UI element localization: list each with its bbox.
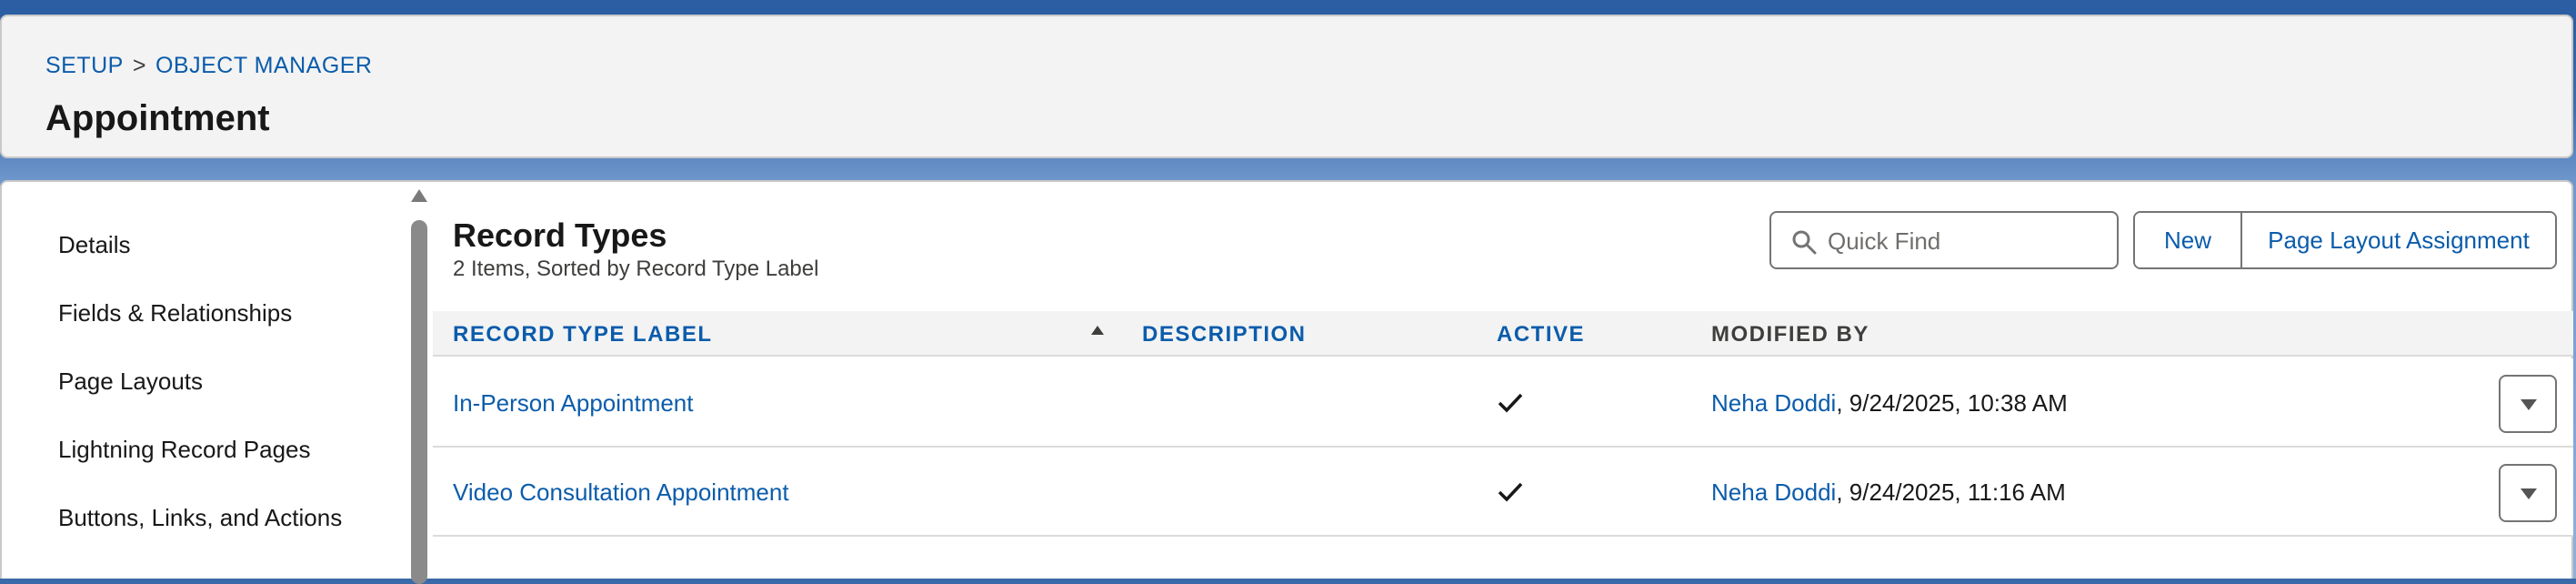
sidebar-scrollbar[interactable]	[409, 186, 429, 584]
breadcrumb-object-manager-link[interactable]: OBJECT MANAGER	[155, 53, 373, 78]
sidebar-item-page-layouts[interactable]: Page Layouts	[58, 368, 203, 396]
modified-timestamp: , 9/24/2025, 11:16 AM	[1836, 478, 2066, 506]
section-title: Record Types	[453, 216, 667, 254]
sidebar-item-lightning-record-pages[interactable]: Lightning Record Pages	[58, 436, 311, 464]
chevron-down-icon	[2521, 399, 2537, 410]
column-header-description[interactable]: DESCRIPTION	[1142, 322, 1307, 347]
page-layout-assignment-button[interactable]: Page Layout Assignment	[2242, 213, 2555, 267]
new-button[interactable]: New	[2135, 213, 2242, 267]
quick-find-box[interactable]	[1769, 211, 2119, 269]
breadcrumb-separator: >	[132, 53, 146, 78]
page-title: Appointment	[45, 98, 270, 138]
sidebar: Details Fields & Relationships Page Layo…	[2, 182, 429, 584]
modified-by-cell: Neha Doddi, 9/24/2025, 10:38 AM	[1711, 389, 2068, 418]
record-type-label-cell: In-Person Appointment	[453, 389, 694, 418]
action-button-group: New Page Layout Assignment	[2133, 211, 2557, 269]
column-header-modified-by: MODIFIED BY	[1711, 322, 1869, 347]
user-link[interactable]: Neha Doddi	[1711, 389, 1836, 417]
scrollbar-thumb[interactable]	[411, 220, 427, 584]
page-header: SETUP > OBJECT MANAGER Appointment	[0, 15, 2573, 158]
record-type-link[interactable]: Video Consultation Appointment	[453, 478, 789, 506]
user-link[interactable]: Neha Doddi	[1711, 478, 1836, 506]
column-header-record-type-label[interactable]: RECORD TYPE LABEL	[453, 322, 713, 347]
table-header: RECORD TYPE LABEL DESCRIPTION ACTIVE MOD…	[433, 311, 2573, 357]
modified-timestamp: , 9/24/2025, 10:38 AM	[1836, 389, 2068, 417]
row-actions-button[interactable]	[2499, 375, 2557, 433]
sidebar-item-fields-relationships[interactable]: Fields & Relationships	[58, 299, 292, 327]
scroll-up-icon[interactable]	[411, 189, 427, 202]
record-types-panel: Record Types 2 Items, Sorted by Record T…	[433, 182, 2573, 580]
table-row: Video Consultation Appointment Neha Dodd…	[433, 448, 2573, 537]
column-header-active[interactable]: ACTIVE	[1497, 322, 1585, 347]
record-type-link[interactable]: In-Person Appointment	[453, 389, 694, 417]
check-icon	[1498, 482, 1523, 502]
chevron-down-icon	[2521, 488, 2537, 499]
search-icon	[1792, 230, 1817, 255]
breadcrumb: SETUP > OBJECT MANAGER	[45, 53, 373, 79]
sidebar-item-details[interactable]: Details	[58, 231, 130, 259]
record-type-label-cell: Video Consultation Appointment	[453, 478, 789, 507]
main-panel: Details Fields & Relationships Page Layo…	[0, 180, 2573, 584]
check-icon	[1498, 393, 1523, 413]
modified-by-cell: Neha Doddi, 9/24/2025, 11:16 AM	[1711, 478, 2066, 507]
quick-find-input[interactable]	[1828, 222, 2100, 260]
section-subtitle: 2 Items, Sorted by Record Type Label	[453, 257, 819, 281]
sidebar-item-buttons-links-actions[interactable]: Buttons, Links, and Actions	[58, 504, 342, 532]
table-row: In-Person Appointment Neha Doddi, 9/24/2…	[433, 358, 2573, 448]
sort-ascending-icon[interactable]	[1091, 326, 1104, 335]
row-actions-button[interactable]	[2499, 464, 2557, 522]
breadcrumb-setup-link[interactable]: SETUP	[45, 53, 124, 78]
